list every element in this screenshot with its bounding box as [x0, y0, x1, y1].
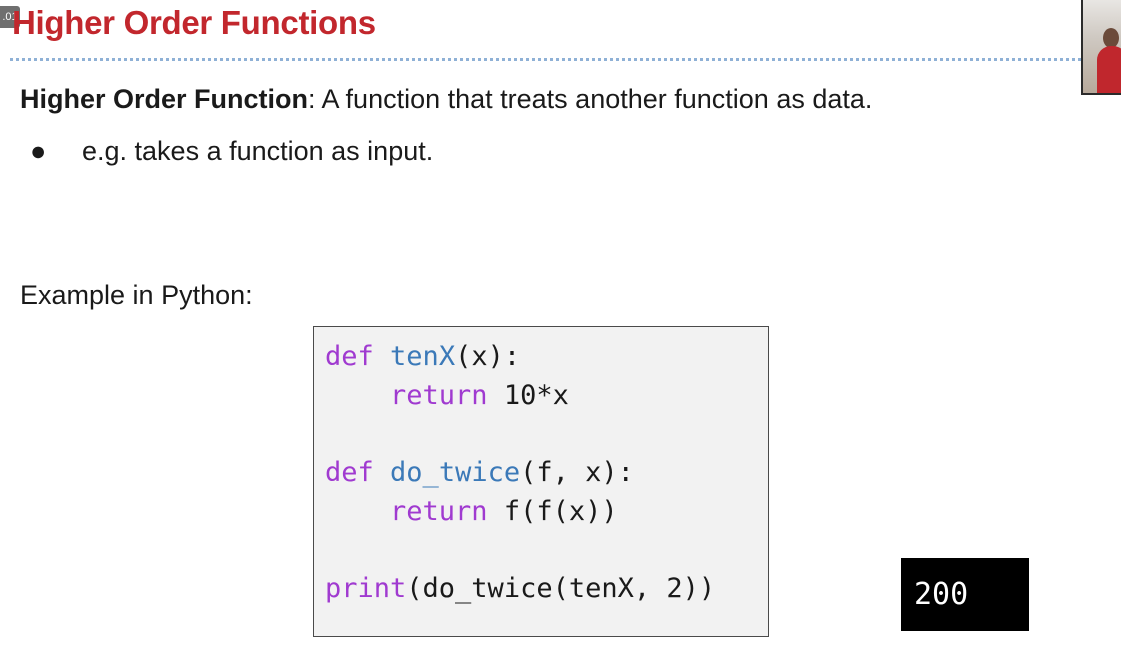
presenter-head-icon — [1103, 28, 1119, 48]
bullet-text: e.g. takes a function as input. — [82, 136, 434, 166]
code-line-4: return f(f(x)) — [325, 496, 618, 527]
example-label: Example in Python: — [20, 280, 253, 310]
bullet-item: ● e.g. takes a function as input. — [30, 136, 433, 167]
code-line-3: def do_twice(f, x): — [325, 457, 634, 488]
code-keyword: return — [390, 380, 488, 411]
bullet-dot-icon: ● — [30, 136, 47, 166]
definition-term: Higher Order Function — [20, 84, 309, 114]
code-text: f(f(x)) — [503, 496, 618, 527]
code-keyword: return — [390, 496, 488, 527]
code-line-1: def tenX(x): — [325, 341, 520, 372]
presenter-body-icon — [1097, 46, 1121, 93]
slide-title: Higher Order Functions — [12, 4, 376, 41]
code-line-5: print(do_twice(tenX, 2)) — [325, 573, 715, 604]
output-console: 200 — [901, 558, 1029, 631]
title-divider — [10, 58, 1081, 61]
definition-line: Higher Order Function: A function that t… — [20, 84, 872, 115]
code-text: 10*x — [503, 380, 569, 411]
code-block: def tenX(x): return 10*x def do_twice(f,… — [313, 326, 769, 637]
code-keyword: print — [325, 573, 407, 604]
definition-text: : A function that treats another functio… — [308, 84, 873, 114]
code-function-name: tenX — [390, 341, 456, 372]
code-text: (x): — [455, 341, 521, 372]
code-text: (f, x): — [520, 457, 634, 488]
code-line-2: return 10*x — [325, 380, 569, 411]
code-keyword: def — [325, 341, 374, 372]
code-function-name: do_twice — [390, 457, 521, 488]
webcam-thumbnail — [1081, 0, 1121, 95]
code-keyword: def — [325, 457, 374, 488]
code-text: (do_twice(tenX, 2)) — [406, 573, 716, 604]
